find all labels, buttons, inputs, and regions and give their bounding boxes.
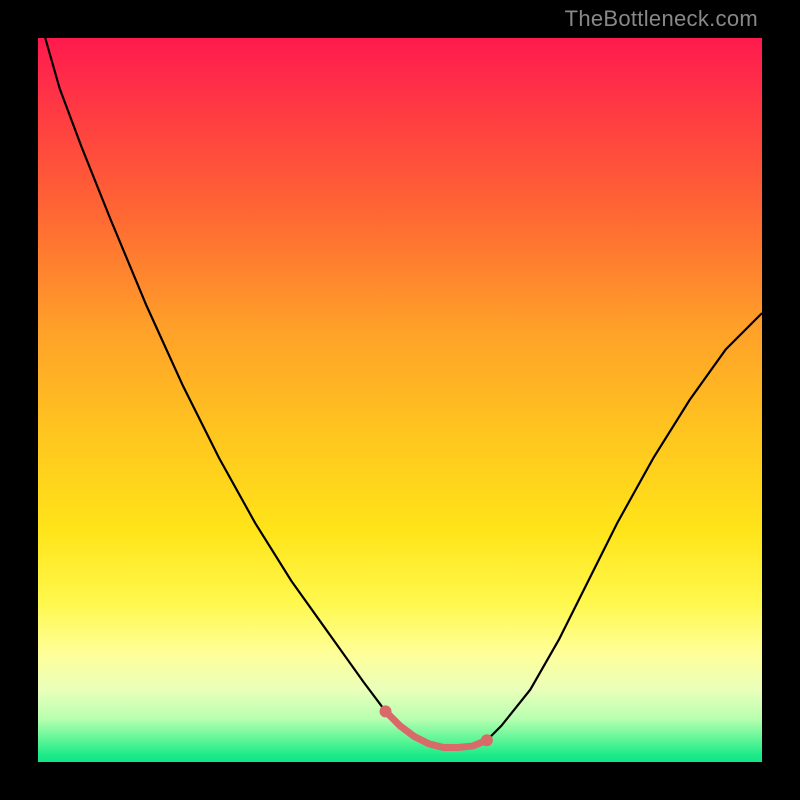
- gradient-background: [38, 38, 762, 762]
- plot-area: [38, 38, 762, 762]
- chart-frame: TheBottleneck.com: [0, 0, 800, 800]
- watermark-text: TheBottleneck.com: [565, 6, 758, 32]
